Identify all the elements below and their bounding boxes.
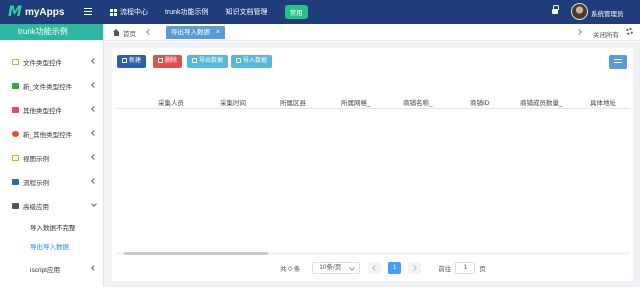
grid-icon xyxy=(110,8,117,16)
column-header[interactable]: 具体地址 xyxy=(590,97,616,107)
column-header[interactable]: 所属网格_ xyxy=(341,97,371,107)
grid-icon xyxy=(12,203,19,209)
new-button-label: 新建 xyxy=(129,58,142,64)
content-card: 新建 删除 导出数据 导入数据 采集人员 采集时间 所属区县 所属网格_ 商铺名… xyxy=(112,48,633,281)
page-number-current[interactable]: 1 xyxy=(388,262,402,274)
tab-label: 导出导入数据 xyxy=(171,29,210,36)
close-all-tabs-button[interactable]: 关闭所有 xyxy=(593,29,619,39)
sidebar-item-new-other-controls[interactable]: 新_其他类型控件 xyxy=(0,127,103,141)
goto-page-input[interactable]: 1 xyxy=(455,262,476,274)
sidebar: trunk功能示例 文件类型控件 新_文件类型控件 其他类型控件 新_其他类型控… xyxy=(0,24,104,287)
folder-icon xyxy=(12,83,19,89)
sidebar-subitem-incomplete-import[interactable]: 导入数据不完整 xyxy=(0,222,103,236)
sidebar-item-view-demo[interactable]: 视图示例 xyxy=(0,151,103,165)
chevron-left-icon xyxy=(91,58,97,64)
sidebar-item-file-controls[interactable]: 文件类型控件 xyxy=(0,55,103,69)
app-logo[interactable]: M myApps xyxy=(8,3,64,21)
nav-common[interactable]: 常用 xyxy=(284,5,308,19)
sidebar-item-new-file-controls[interactable]: 新_文件类型控件 xyxy=(0,79,103,93)
pagination-total: 共 0 条 xyxy=(280,266,301,273)
tab-export-import[interactable]: 导出导入数据 × xyxy=(166,26,226,39)
sidebar-item-label: 高级应用 xyxy=(23,204,49,211)
sidebar-item-label: 新_其他类型控件 xyxy=(23,132,73,139)
chevron-left-icon xyxy=(91,265,97,271)
gear-icon[interactable] xyxy=(626,28,633,35)
import-button-label: 导入数据 xyxy=(243,58,268,64)
sidebar-item-label: iscript应用 xyxy=(30,267,60,274)
delete-button[interactable]: 删除 xyxy=(153,55,183,68)
sidebar-item-advanced[interactable]: 高级应用 xyxy=(0,199,103,213)
page-suffix: 页 xyxy=(479,266,486,273)
goto-label: 前往 xyxy=(438,266,452,273)
delete-button-label: 删除 xyxy=(165,58,178,64)
table-header: 采集人员 采集时间 所属区县 所属网格_ 商铺名称_ 商铺ID 商铺成员数量_ … xyxy=(116,92,630,109)
sidebar-title: trunk功能示例 xyxy=(0,24,103,40)
chevron-down-icon xyxy=(91,201,97,207)
cube-icon xyxy=(12,131,19,137)
nav-flow-center[interactable]: 流程中心 xyxy=(110,7,148,17)
chevron-left-icon xyxy=(91,178,97,184)
list-settings-button[interactable] xyxy=(609,55,627,69)
lock-icon[interactable] xyxy=(552,5,559,14)
nav-label: 流程中心 xyxy=(120,9,148,16)
column-header[interactable]: 商铺成员数量_ xyxy=(520,97,563,107)
export-button[interactable]: 导出数据 xyxy=(187,55,229,68)
main-area: 新建 删除 导出数据 导入数据 采集人员 采集时间 所属区县 所属网格_ 商铺名… xyxy=(104,42,640,287)
home-icon xyxy=(113,29,120,36)
new-button[interactable]: 新建 xyxy=(117,55,147,68)
column-header[interactable]: 商铺名称_ xyxy=(403,97,433,107)
column-header[interactable]: 采集人员 xyxy=(158,97,184,107)
import-button[interactable]: 导入数据 xyxy=(231,55,273,68)
folder-icon xyxy=(12,59,19,65)
prev-page-button[interactable] xyxy=(368,262,382,274)
chevron-left-icon xyxy=(91,130,97,136)
sidebar-item-flow-demo[interactable]: 流程示例 xyxy=(0,175,103,189)
logo-mark: M xyxy=(8,4,22,20)
top-nav: 流程中心 trunk功能示例 知识文档管理 常用 xyxy=(110,0,308,24)
next-page-button[interactable] xyxy=(408,262,422,274)
chevron-left-icon xyxy=(91,154,97,160)
close-icon[interactable]: × xyxy=(216,26,220,39)
menu-toggle-icon[interactable] xyxy=(84,8,92,15)
username[interactable]: 系统管理员 xyxy=(591,8,624,18)
nav-trunk-demo[interactable]: trunk功能示例 xyxy=(165,7,209,17)
column-header[interactable]: 采集时间 xyxy=(220,97,246,107)
sidebar-item-other-controls[interactable]: 其他类型控件 xyxy=(0,103,103,117)
scrollbar-thumb[interactable] xyxy=(124,252,268,255)
sidebar-item-iscript[interactable]: iscript应用 xyxy=(0,262,103,276)
chevron-right-icon[interactable] xyxy=(576,29,582,35)
column-header[interactable]: 所属区县 xyxy=(280,97,306,107)
shuffle-icon xyxy=(12,179,19,185)
avatar[interactable] xyxy=(571,3,588,20)
nav-label: 知识文档管理 xyxy=(225,9,268,16)
import-icon xyxy=(236,58,241,63)
sidebar-item-label: 新_文件类型控件 xyxy=(23,84,73,91)
sidebar-item-label: 其他类型控件 xyxy=(23,108,62,115)
tab-home-label: 首页 xyxy=(123,31,136,38)
page-size-select[interactable]: 10条/页 xyxy=(312,262,361,274)
chevron-left-icon xyxy=(91,106,97,112)
top-bar: M myApps 流程中心 trunk功能示例 知识文档管理 常用 系统管理员 xyxy=(0,0,640,24)
sidebar-subitem-export-import[interactable]: 导出导入数据 xyxy=(0,241,103,255)
app-name: myApps xyxy=(24,6,65,18)
pagination: 共 0 条 10条/页 1 前往 1 页 xyxy=(280,261,486,275)
new-doc-icon xyxy=(122,58,127,63)
square-icon xyxy=(12,155,19,161)
horizontal-scrollbar[interactable] xyxy=(116,252,630,255)
trash-icon xyxy=(158,58,163,63)
sidebar-item-label: 流程示例 xyxy=(23,180,49,187)
nav-label: trunk功能示例 xyxy=(165,9,209,16)
chevron-left-icon xyxy=(91,82,97,88)
column-header[interactable]: 商铺ID xyxy=(470,97,490,107)
export-button-label: 导出数据 xyxy=(199,58,224,64)
chevron-left-icon[interactable] xyxy=(146,29,152,35)
tab-home[interactable]: 首页 xyxy=(113,28,136,38)
sidebar-item-label: 视图示例 xyxy=(23,156,49,163)
export-icon xyxy=(192,58,197,63)
sidebar-item-label: 文件类型控件 xyxy=(23,60,62,67)
nav-knowledge-docs[interactable]: 知识文档管理 xyxy=(226,7,268,17)
tab-bar: 首页 导出导入数据 × 关闭所有 xyxy=(104,24,640,41)
folder-icon xyxy=(12,107,19,113)
